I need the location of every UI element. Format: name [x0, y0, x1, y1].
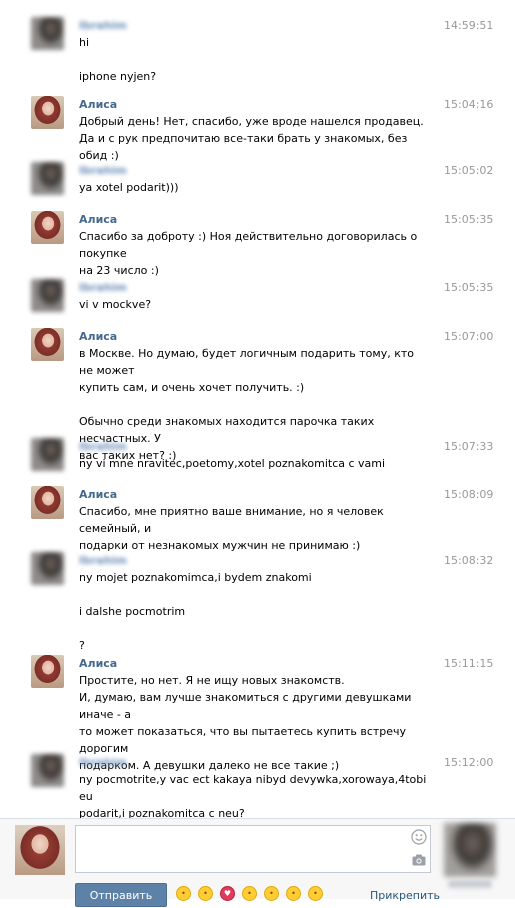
message-line: i dalshe pocmotrim: [79, 605, 186, 618]
sender-name[interactable]: Алиса: [79, 488, 117, 501]
message-time: 15:07:33: [444, 440, 494, 453]
sender-name[interactable]: Ibrahim: [79, 756, 127, 769]
message-time: 15:05:35: [444, 281, 494, 294]
message-time: 15:08:32: [444, 554, 494, 567]
message-text: ya xotel podarit))): [79, 179, 429, 196]
peer-avatar[interactable]: [444, 823, 496, 877]
sender-avatar[interactable]: [31, 96, 64, 129]
sender-avatar[interactable]: [31, 162, 64, 195]
message-time: 15:07:00: [444, 330, 494, 343]
message-line: подарки от незнакомых мужчин не принимаю…: [79, 539, 361, 552]
message-line: Спасибо, мне приятно ваше внимание, но я…: [79, 505, 384, 535]
message-line: Спасибо за доброту :) Ноя действительно …: [79, 230, 418, 260]
sender-name[interactable]: Ibrahim: [79, 440, 127, 453]
sender-avatar[interactable]: [31, 438, 64, 471]
message-time: 15:11:15: [444, 657, 494, 670]
message-line: ny mojet poznakomimca,i bydem znakomi: [79, 571, 312, 584]
message-line: то может показаться, что вы пытаетесь ку…: [79, 725, 407, 755]
camera-icon[interactable]: [411, 852, 427, 868]
message-time: 15:08:09: [444, 488, 494, 501]
message-line: ?: [79, 639, 85, 652]
sender-name[interactable]: Ibrahim: [79, 164, 127, 177]
message-text: hi iphone nyjen?: [79, 34, 429, 85]
sender-name[interactable]: Алиса: [79, 213, 117, 226]
sender-name[interactable]: Ibrahim: [79, 554, 127, 567]
message-line: [79, 620, 429, 637]
peer-name-blurred: [448, 880, 492, 888]
message-line: [79, 396, 429, 413]
send-button[interactable]: Отправить: [75, 883, 167, 907]
sender-avatar[interactable]: [31, 655, 64, 688]
sender-avatar[interactable]: [31, 211, 64, 244]
message-text: ny pocmotrite,y vac ect kakaya nibyd dev…: [79, 771, 429, 818]
sender-name[interactable]: Ibrahim: [79, 281, 127, 294]
message-text: Добрый день! Нет, спасибо, уже вроде наш…: [79, 113, 429, 164]
smile-icon[interactable]: [411, 829, 427, 845]
message-text: ny vi mne nravitec,poetomy,xotel poznako…: [79, 455, 429, 472]
message-line: Простите, но нет. Я не ищу новых знакомс…: [79, 674, 345, 687]
sender-avatar[interactable]: [31, 279, 64, 312]
sender-name[interactable]: Ibrahim: [79, 19, 127, 32]
message-time: 14:59:51: [444, 19, 494, 32]
sender-avatar[interactable]: [31, 486, 64, 519]
attach-link[interactable]: Прикрепить: [370, 889, 440, 902]
sender-avatar[interactable]: [31, 17, 64, 50]
message-line: ny vi mne nravitec,poetomy,xotel poznako…: [79, 457, 386, 470]
message-time: 15:05:35: [444, 213, 494, 226]
message-text: Простите, но нет. Я не ищу новых знакомс…: [79, 672, 429, 774]
message-line: купить сам, и очень хочет получить. :): [79, 381, 305, 394]
message-line: И, думаю, вам лучше знакомиться с другим…: [79, 691, 412, 721]
composer: Отправить • • ♥ • • • • Прикрепить: [0, 819, 515, 907]
sender-name[interactable]: Алиса: [79, 657, 117, 670]
message-time: 15:04:16: [444, 98, 494, 111]
emoji-bar: • • ♥ • • • •: [176, 886, 330, 902]
message-line: Добрый день! Нет, спасибо, уже вроде наш…: [79, 115, 424, 128]
sender-avatar[interactable]: [31, 754, 64, 787]
message-text: в Москве. Но думаю, будет логичным подар…: [79, 345, 429, 464]
message-line: [79, 586, 429, 603]
message-text: Спасибо, мне приятно ваше внимание, но я…: [79, 503, 429, 554]
message-text: Спасибо за доброту :) Ноя действительно …: [79, 228, 429, 279]
message-line: ny pocmotrite,y vac ect kakaya nibyd dev…: [79, 773, 427, 803]
message-time: 15:12:00: [444, 756, 494, 769]
sender-avatar[interactable]: [31, 552, 64, 585]
message-text: vi v mockve?: [79, 296, 429, 313]
sender-name[interactable]: Алиса: [79, 98, 117, 111]
my-avatar[interactable]: [15, 825, 65, 875]
message-line: iphone nyjen?: [79, 70, 157, 83]
sender-name[interactable]: Алиса: [79, 330, 117, 343]
message-line: Обычно среди знакомых находится парочка …: [79, 415, 375, 445]
message-input[interactable]: [75, 825, 431, 873]
message-text: ny mojet poznakomimca,i bydem znakomi i …: [79, 569, 429, 654]
message-log: Ibrahim 14:59:51 hi iphone nyjen? Алиса 15:0…: [0, 0, 515, 818]
message-line: podarit,i poznakomitca c neu?: [79, 807, 245, 818]
message-time: 15:05:02: [444, 164, 494, 177]
sender-avatar[interactable]: [31, 328, 64, 361]
message-line: ya xotel podarit))): [79, 181, 179, 194]
message-line: на 23 число :): [79, 264, 159, 277]
message-line: в Москве. Но думаю, будет логичным подар…: [79, 347, 414, 377]
message-line: Да и с рук предпочитаю все-таки брать у …: [79, 132, 408, 162]
message-line: vi v mockve?: [79, 298, 152, 311]
message-line: hi: [79, 36, 90, 49]
message-line: [79, 51, 429, 68]
